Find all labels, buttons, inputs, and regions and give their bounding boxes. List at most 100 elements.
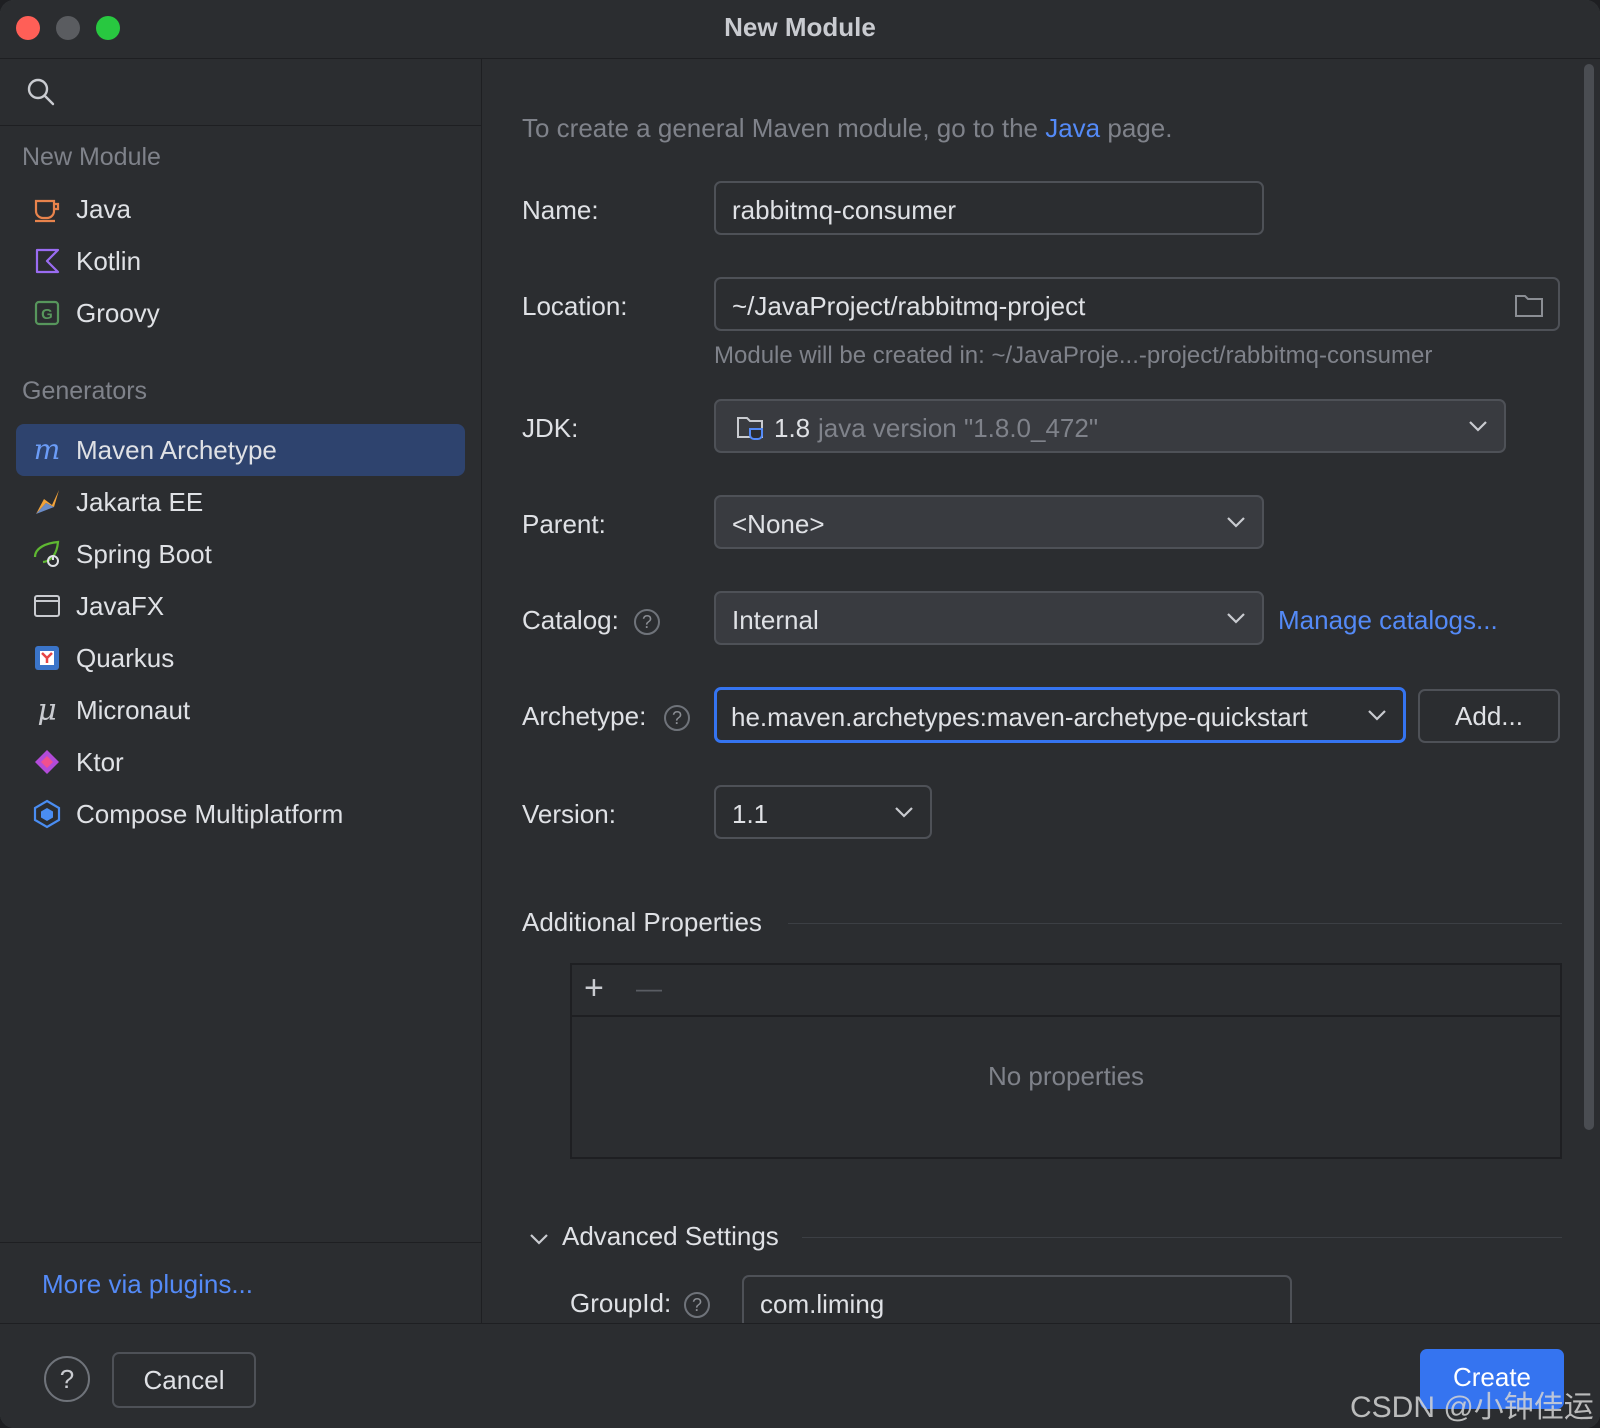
maven-hint-text: To create a general Maven module, go to … bbox=[522, 113, 1172, 144]
hint-suffix: page. bbox=[1100, 113, 1173, 143]
name-value: rabbitmq-consumer bbox=[732, 195, 956, 225]
sidebar-search[interactable] bbox=[0, 59, 481, 126]
cancel-button[interactable]: Cancel bbox=[112, 1352, 256, 1408]
name-field[interactable]: rabbitmq-consumer bbox=[714, 181, 1264, 235]
main-panel: To create a general Maven module, go to … bbox=[482, 59, 1600, 1323]
svg-text:μ: μ bbox=[37, 695, 57, 725]
chevron-down-icon bbox=[1227, 613, 1245, 624]
additional-properties-title: Additional Properties bbox=[522, 907, 762, 937]
sidebar-item-quarkus[interactable]: Quarkus bbox=[16, 632, 465, 684]
version-dropdown[interactable]: 1.1 bbox=[714, 785, 932, 839]
sidebar-item-label: Jakarta EE bbox=[76, 487, 204, 517]
sidebar-item-java[interactable]: Java bbox=[16, 183, 465, 235]
sidebar-item-groovy[interactable]: G Groovy bbox=[16, 287, 465, 339]
add-property-icon[interactable]: + bbox=[584, 969, 604, 1008]
ktor-icon bbox=[35, 750, 59, 774]
sidebar-divider bbox=[0, 1242, 481, 1243]
version-label: Version: bbox=[522, 799, 616, 829]
groupid-value: com.liming bbox=[760, 1289, 885, 1319]
sidebar-item-javafx[interactable]: JavaFX bbox=[16, 580, 465, 632]
java-cup-icon bbox=[34, 199, 60, 223]
sidebar-item-jakarta-ee[interactable]: Jakarta EE bbox=[16, 476, 465, 528]
folder-icon[interactable] bbox=[1514, 292, 1544, 318]
archetype-combobox[interactable]: he.maven.archetypes:maven-archetype-quic… bbox=[714, 687, 1406, 743]
parent-value: <None> bbox=[732, 509, 825, 539]
catalog-help-icon[interactable]: ? bbox=[634, 609, 660, 635]
new-module-dialog: New Module New Module Java Kotlin G Groo… bbox=[0, 0, 1600, 1428]
main-scrollbar[interactable] bbox=[1584, 64, 1594, 1130]
help-button[interactable]: ? bbox=[44, 1356, 90, 1402]
name-label: Name: bbox=[522, 195, 599, 225]
section-title-generators: Generators bbox=[22, 377, 148, 405]
sidebar-item-maven-archetype[interactable]: m Maven Archetype bbox=[16, 424, 465, 476]
sidebar-item-kotlin[interactable]: Kotlin bbox=[16, 235, 465, 287]
add-archetype-button[interactable]: Add... bbox=[1418, 689, 1560, 743]
more-via-plugins-link[interactable]: More via plugins... bbox=[42, 1269, 253, 1300]
section-separator bbox=[788, 923, 1562, 924]
location-field[interactable]: ~/JavaProject/rabbitmq-project bbox=[714, 277, 1560, 331]
no-properties-text: No properties bbox=[987, 1061, 1145, 1091]
properties-table: + — No properties bbox=[570, 963, 1562, 1159]
location-value: ~/JavaProject/rabbitmq-project bbox=[732, 291, 1086, 321]
jdk-folder-icon bbox=[737, 417, 763, 440]
sidebar-item-label: Spring Boot bbox=[76, 539, 212, 569]
catalog-label: Catalog: bbox=[522, 605, 619, 635]
sidebar-item-ktor[interactable]: Ktor bbox=[16, 736, 465, 788]
micronaut-icon: μ bbox=[37, 695, 57, 725]
compose-multiplatform-icon bbox=[33, 799, 61, 829]
sidebar-item-label: Quarkus bbox=[76, 643, 175, 673]
archetype-value: he.maven.archetypes:maven-archetype-quic… bbox=[731, 702, 1308, 732]
java-page-link[interactable]: Java bbox=[1045, 113, 1100, 143]
advanced-settings-toggle[interactable]: Advanced Settings bbox=[562, 1221, 779, 1252]
catalog-value: Internal bbox=[732, 605, 819, 635]
sidebar-item-compose-multiplatform[interactable]: Compose Multiplatform bbox=[16, 788, 465, 840]
archetype-label: Archetype: bbox=[522, 701, 647, 731]
jdk-label: JDK: bbox=[522, 413, 579, 443]
groupid-field[interactable]: com.liming bbox=[742, 1275, 1292, 1323]
quarkus-icon bbox=[35, 646, 59, 670]
dialog-footer: ? Cancel Create CSDN @小钟佳运 bbox=[0, 1323, 1600, 1428]
sidebar-item-micronaut[interactable]: μ Micronaut bbox=[16, 684, 465, 736]
svg-text:G: G bbox=[41, 306, 53, 323]
sidebar-item-spring-boot[interactable]: Spring Boot bbox=[16, 528, 465, 580]
groovy-icon: G bbox=[34, 300, 60, 326]
location-note: Module will be created in: ~/JavaProje..… bbox=[714, 342, 1433, 369]
chevron-down-icon bbox=[1469, 421, 1487, 432]
jdk-version: 1.8 bbox=[774, 413, 811, 443]
spring-boot-icon bbox=[33, 540, 60, 567]
chevron-down-icon bbox=[1227, 517, 1245, 528]
chevron-down-icon[interactable] bbox=[528, 1231, 550, 1247]
properties-toolbar: + — bbox=[572, 965, 1560, 1017]
catalog-dropdown[interactable]: Internal bbox=[714, 591, 1264, 645]
parent-dropdown[interactable]: <None> bbox=[714, 495, 1264, 549]
groupid-label: GroupId: bbox=[570, 1288, 672, 1318]
javafx-window-icon bbox=[34, 595, 60, 617]
window-title: New Module bbox=[724, 12, 876, 42]
chevron-down-icon bbox=[1368, 710, 1386, 721]
hint-prefix: To create a general Maven module, go to … bbox=[522, 113, 1046, 143]
groupid-help-icon[interactable]: ? bbox=[684, 1292, 710, 1318]
jdk-detail: java version "1.8.0_472" bbox=[818, 413, 1099, 443]
sidebar-item-label: Java bbox=[76, 194, 131, 224]
sidebar: New Module Java Kotlin G Groovy Generato… bbox=[0, 59, 482, 1323]
jakarta-ee-icon bbox=[36, 490, 59, 514]
remove-property-icon[interactable]: — bbox=[636, 973, 662, 1004]
search-icon[interactable] bbox=[26, 77, 56, 107]
location-label: Location: bbox=[522, 291, 628, 321]
jdk-dropdown[interactable]: 1.8 java version "1.8.0_472" bbox=[714, 399, 1506, 453]
sidebar-item-label: Micronaut bbox=[76, 695, 191, 725]
sidebar-item-label: Groovy bbox=[76, 298, 160, 328]
chevron-down-icon bbox=[895, 807, 913, 818]
section-title-new-module: New Module bbox=[22, 143, 161, 171]
archetype-help-icon[interactable]: ? bbox=[664, 705, 690, 731]
manage-catalogs-link[interactable]: Manage catalogs... bbox=[1278, 605, 1498, 636]
section-separator bbox=[802, 1237, 1562, 1238]
sidebar-item-label: Kotlin bbox=[76, 246, 142, 276]
kotlin-icon bbox=[35, 248, 60, 274]
version-value: 1.1 bbox=[732, 799, 769, 829]
parent-label: Parent: bbox=[522, 509, 606, 539]
svg-text:m: m bbox=[34, 435, 61, 465]
sidebar-item-label: Ktor bbox=[76, 747, 124, 777]
sidebar-item-label: Compose Multiplatform bbox=[76, 799, 344, 829]
sidebar-item-label: Maven Archetype bbox=[76, 435, 277, 465]
